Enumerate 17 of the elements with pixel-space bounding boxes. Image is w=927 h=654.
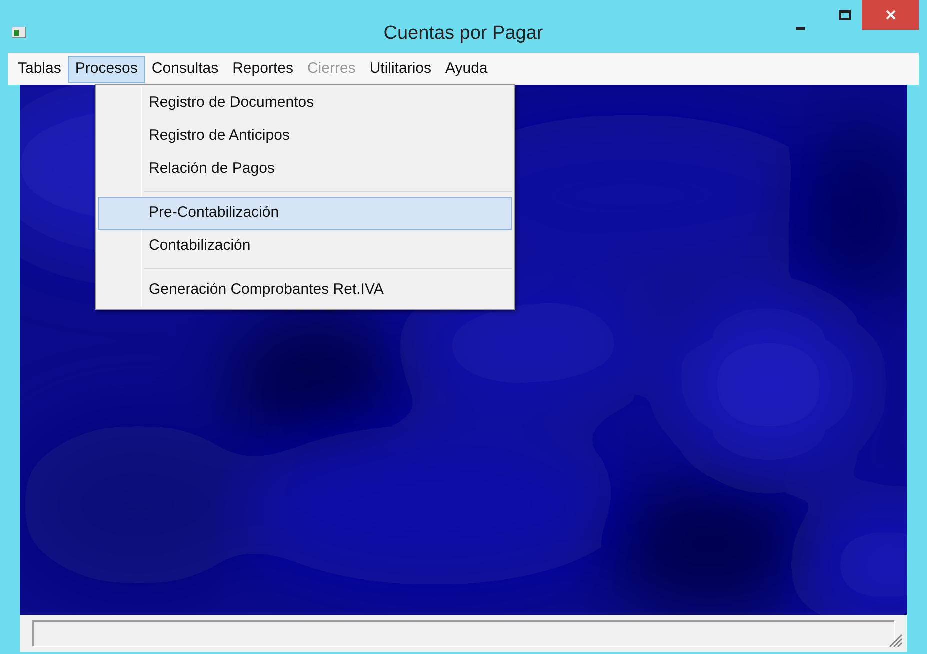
close-icon: [886, 10, 896, 20]
menu-item[interactable]: Utilitarios: [362, 56, 438, 82]
menu-item[interactable]: Procesos: [68, 56, 145, 82]
dropdown-item[interactable]: Registro de Anticipos: [98, 120, 512, 153]
app-icon: [12, 27, 26, 38]
close-button[interactable]: [862, 0, 919, 30]
dropdown-item[interactable]: Pre-Contabilización: [98, 197, 512, 230]
menu-item[interactable]: Reportes: [226, 56, 300, 82]
resize-grip-icon[interactable]: [887, 632, 903, 648]
menu-item[interactable]: Ayuda: [438, 56, 495, 82]
dropdown-item[interactable]: Relación de Pagos: [98, 153, 512, 186]
dropdown-item[interactable]: Generación Comprobantes Ret.IVA: [98, 274, 512, 307]
menu-item[interactable]: Consultas: [144, 56, 226, 82]
dropdown-item[interactable]: Contabilización: [98, 230, 512, 263]
window-title: Cuentas por Pagar: [384, 22, 544, 46]
menu-item[interactable]: Tablas: [11, 56, 68, 82]
dropdown-item[interactable]: Registro de Documentos: [98, 87, 512, 120]
